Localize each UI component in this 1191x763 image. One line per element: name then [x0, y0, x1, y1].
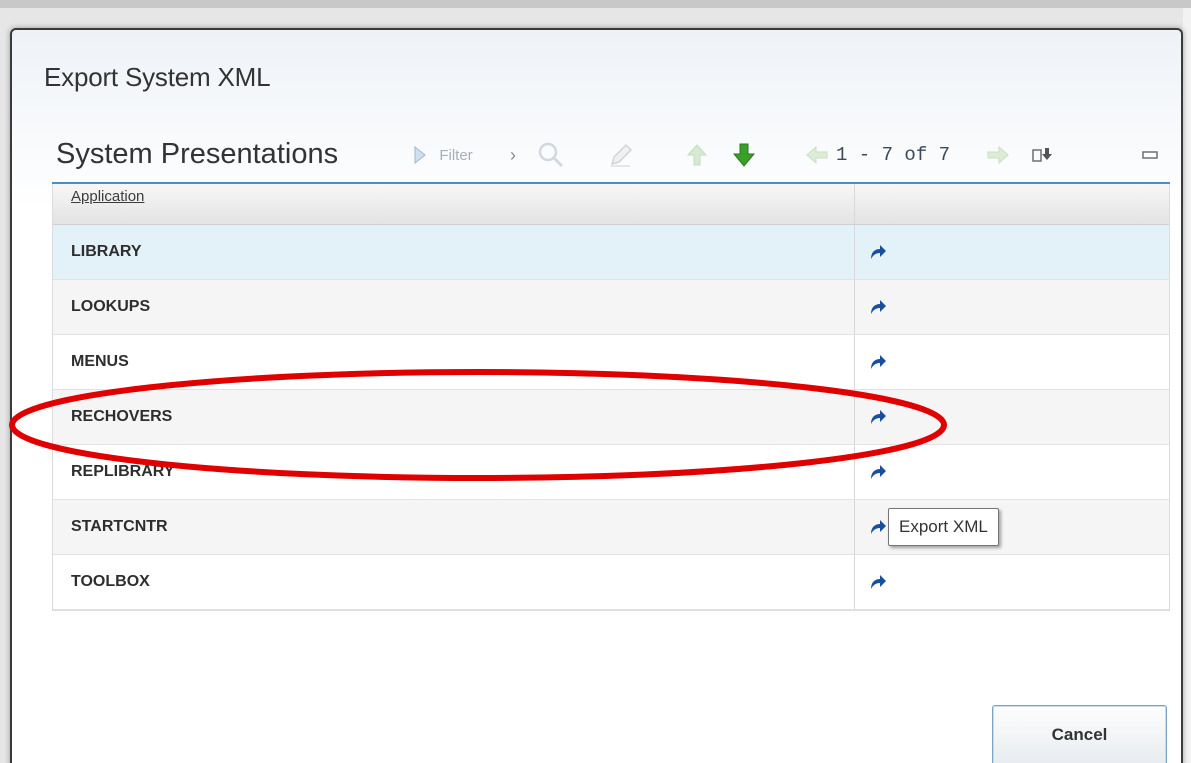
page-range: 1 - 7 of 7	[836, 144, 951, 166]
table-header: Application	[53, 184, 1169, 225]
action-cell	[855, 335, 1169, 389]
minimize-icon[interactable]	[1140, 130, 1160, 180]
arrow-down-icon[interactable]	[728, 130, 760, 180]
action-cell	[855, 555, 1169, 609]
filter-label[interactable]: Filter	[432, 130, 480, 180]
export-xml-icon[interactable]	[869, 409, 887, 425]
table-row[interactable]: TOOLBOX	[53, 555, 1169, 610]
arrow-right-icon[interactable]	[984, 130, 1012, 180]
column-header-action	[855, 184, 1169, 224]
action-cell	[855, 280, 1169, 334]
system-presentations-panel: System Presentations Filter › 1 - 7 of 7…	[52, 130, 1170, 611]
panel-header: System Presentations Filter › 1 - 7 of 7	[52, 130, 1170, 184]
application-name-cell: REPLIBRARY	[53, 445, 855, 499]
action-cell	[855, 225, 1169, 279]
table-row[interactable]: MENUS	[53, 335, 1169, 390]
application-name-cell: STARTCNTR	[53, 500, 855, 554]
table-body: LIBRARY LOOKUPS MENUS RECHOVERS REPLIBRARY ST…	[53, 225, 1169, 610]
table-row[interactable]: RECHOVERS	[53, 390, 1169, 445]
export-dialog: Export System XML System Presentations F…	[10, 28, 1183, 763]
export-xml-icon[interactable]	[869, 519, 887, 535]
application-name-cell: MENUS	[53, 335, 855, 389]
application-name-cell: RECHOVERS	[53, 390, 855, 444]
arrow-up-icon[interactable]	[682, 130, 712, 180]
filter-chevron-icon[interactable]: ›	[506, 130, 520, 180]
panel-title: System Presentations	[56, 138, 339, 170]
application-name-cell: TOOLBOX	[53, 555, 855, 609]
arrow-left-icon[interactable]	[804, 130, 830, 180]
action-cell	[855, 445, 1169, 499]
export-xml-icon[interactable]	[869, 299, 887, 315]
column-header-application[interactable]: Application	[53, 184, 855, 224]
table-row[interactable]: LOOKUPS	[53, 280, 1169, 335]
cancel-button[interactable]: Cancel	[992, 705, 1167, 763]
pencil-icon[interactable]	[605, 130, 637, 180]
download-icon[interactable]	[1030, 130, 1054, 180]
presentations-table: Application LIBRARY LOOKUPS MENUS RECHOVERS…	[52, 184, 1170, 611]
export-xml-icon[interactable]	[869, 244, 887, 260]
export-xml-tooltip: Export XML	[888, 508, 999, 546]
dialog-title: Export System XML	[44, 62, 271, 92]
application-name-cell: LIBRARY	[53, 225, 855, 279]
table-row[interactable]: LIBRARY	[53, 225, 1169, 280]
export-xml-icon[interactable]	[869, 464, 887, 480]
table-row[interactable]: STARTCNTR	[53, 500, 1169, 555]
action-cell	[855, 390, 1169, 444]
screen: Export System XML System Presentations F…	[0, 0, 1191, 763]
table-row[interactable]: REPLIBRARY	[53, 445, 1169, 500]
export-xml-icon[interactable]	[869, 354, 887, 370]
export-xml-icon[interactable]	[869, 574, 887, 590]
filter-toggle-icon[interactable]	[410, 130, 430, 180]
background-page	[1183, 8, 1191, 763]
magnifier-icon[interactable]	[534, 130, 568, 180]
application-name-cell: LOOKUPS	[53, 280, 855, 334]
